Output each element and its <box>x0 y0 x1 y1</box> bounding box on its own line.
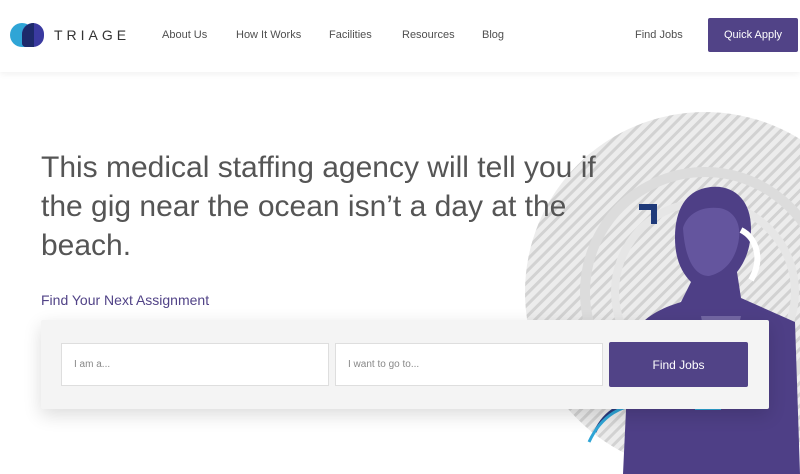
find-jobs-button[interactable]: Find Jobs <box>609 342 748 387</box>
hero-subhead: Find Your Next Assignment <box>41 292 210 308</box>
hero-headline: This medical staffing agency will tell y… <box>41 151 596 262</box>
logo-mark-icon <box>10 23 44 47</box>
nav-item-facilities[interactable]: Facilities <box>329 29 372 41</box>
nav-item-resources[interactable]: Resources <box>402 29 455 41</box>
nav-item-how-it-works[interactable]: How It Works <box>236 29 301 41</box>
nav-item-blog[interactable]: Blog <box>482 29 504 41</box>
brand-logo[interactable]: TRIAGE <box>10 23 130 47</box>
nav-item-about-us[interactable]: About Us <box>162 29 207 41</box>
site-header: TRIAGE About Us How It Works Facilities … <box>0 0 800 72</box>
location-input[interactable]: I want to go to... <box>335 343 603 386</box>
brand-name: TRIAGE <box>54 27 131 43</box>
quick-apply-button[interactable]: Quick Apply <box>708 18 798 52</box>
find-jobs-link[interactable]: Find Jobs <box>635 29 683 41</box>
role-input[interactable]: I am a... <box>61 343 329 386</box>
job-search-form: I am a... I want to go to... Find Jobs <box>41 320 769 409</box>
